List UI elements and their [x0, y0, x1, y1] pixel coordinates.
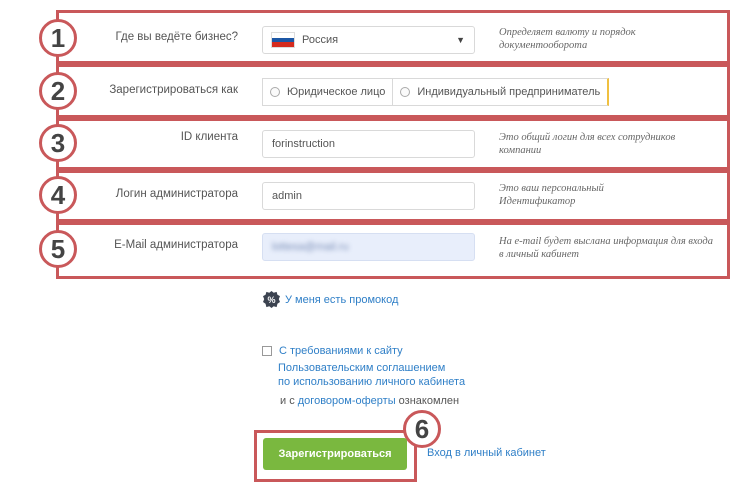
offer-contract-link[interactable]: договором-оферты: [298, 395, 396, 407]
site-requirements-link[interactable]: С требованиями к сайту: [279, 345, 403, 357]
radio-individual-entrepreneur-label: Индивидуальный предприниматель: [417, 86, 601, 98]
offer-line: и с договором-оферты ознакомлен: [280, 395, 459, 407]
radio-dot: [270, 87, 280, 97]
country-label: Где вы ведёте бизнес?: [115, 31, 238, 43]
admin-email-hint: На e-mail будет выслана информация для в…: [499, 236, 713, 260]
register-button[interactable]: Зарегистрироваться: [263, 438, 407, 470]
admin-login-hint: Это ваш персональный Идентификатор: [499, 183, 604, 207]
login-link[interactable]: Вход в личный кабинет: [427, 447, 546, 459]
terms-checkbox-row: С требованиями к сайту: [262, 345, 403, 357]
register-as-radio-group: Юридическое лицо Индивидуальный предприн…: [262, 78, 610, 106]
admin-email-input[interactable]: lottesa@mail.ru: [262, 233, 475, 261]
terms-checkbox[interactable]: [262, 346, 272, 356]
admin-email-value: lottesa@mail.ru: [272, 241, 349, 253]
register-as-label: Зарегистрироваться как: [109, 84, 238, 96]
client-id-input[interactable]: forinstruction: [262, 130, 475, 158]
client-id-hint: Это общий логин для всех сотрудников ком…: [499, 132, 676, 156]
promo-code-link: У меня есть промокод: [285, 293, 399, 306]
country-select[interactable]: Россия ▼: [262, 26, 475, 54]
russia-flag-icon: [272, 33, 294, 48]
radio-individual-entrepreneur[interactable]: Индивидуальный предприниматель: [392, 79, 607, 105]
and-with-text: и с: [280, 395, 295, 407]
step-badge-6: 6: [403, 410, 441, 448]
radio-legal-entity[interactable]: Юридическое лицо: [263, 79, 392, 105]
user-agreement-link-line2[interactable]: по использованию личного кабинета: [278, 376, 465, 388]
promo-code-toggle[interactable]: % У меня есть промокод: [263, 291, 398, 308]
radio-legal-entity-label: Юридическое лицо: [287, 86, 386, 98]
user-agreement-link-line1[interactable]: Пользовательским соглашением: [278, 362, 445, 374]
radio-dot: [400, 87, 411, 97]
percent-badge-icon: %: [263, 291, 280, 308]
admin-login-label: Логин администратора: [115, 188, 238, 200]
admin-login-input[interactable]: admin: [262, 182, 475, 210]
acquainted-text: ознакомлен: [398, 395, 460, 407]
client-id-label: ID клиента: [180, 131, 238, 143]
country-hint: Определяет валюту и порядок документообо…: [499, 27, 636, 51]
admin-email-label: E-Mail администратора: [114, 239, 238, 251]
country-value: Россия: [302, 34, 339, 46]
step-badge-3: 3: [39, 124, 77, 162]
dropdown-caret-icon: ▼: [456, 35, 465, 45]
